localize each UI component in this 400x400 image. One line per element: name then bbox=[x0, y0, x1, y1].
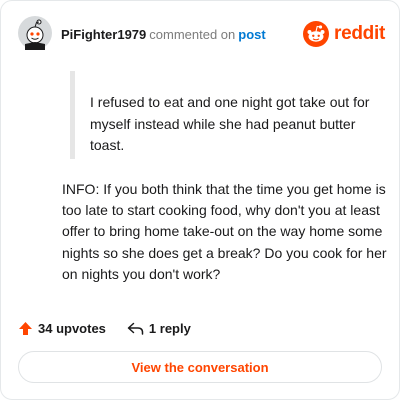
quote-paragraph: I refused to eat and one night got take … bbox=[90, 94, 370, 153]
reddit-logo[interactable]: reddit bbox=[303, 21, 385, 47]
reddit-alien-icon bbox=[303, 21, 330, 47]
author-line: PiFighter1979 commented on post bbox=[61, 27, 266, 42]
upvote-button[interactable]: 34 upvotes bbox=[18, 321, 106, 336]
reply-button[interactable]: 1 reply bbox=[127, 321, 191, 336]
logo-text: reddit bbox=[334, 23, 385, 44]
reply-count: 1 reply bbox=[148, 320, 191, 336]
upvote-count: 34 upvotes bbox=[38, 320, 106, 336]
post-link[interactable]: post bbox=[238, 27, 265, 42]
reply-arrow-icon bbox=[127, 322, 144, 335]
comment-card: PiFighter1979 commented on post reddit I r… bbox=[0, 0, 400, 400]
action-text: commented on bbox=[149, 27, 236, 42]
view-conversation-button[interactable]: View the conversation bbox=[18, 351, 382, 383]
comment-body: INFO: If you both think that the time yo… bbox=[62, 181, 387, 282]
quoted-text: I refused to eat and one night got take … bbox=[70, 71, 370, 159]
username[interactable]: PiFighter1979 bbox=[61, 27, 146, 42]
upvote-arrow-icon bbox=[19, 321, 32, 335]
avatar[interactable] bbox=[18, 16, 52, 50]
card-header: PiFighter1979 commented on post reddit bbox=[18, 16, 385, 52]
action-bar: 34 upvotes 1 reply bbox=[18, 318, 191, 338]
